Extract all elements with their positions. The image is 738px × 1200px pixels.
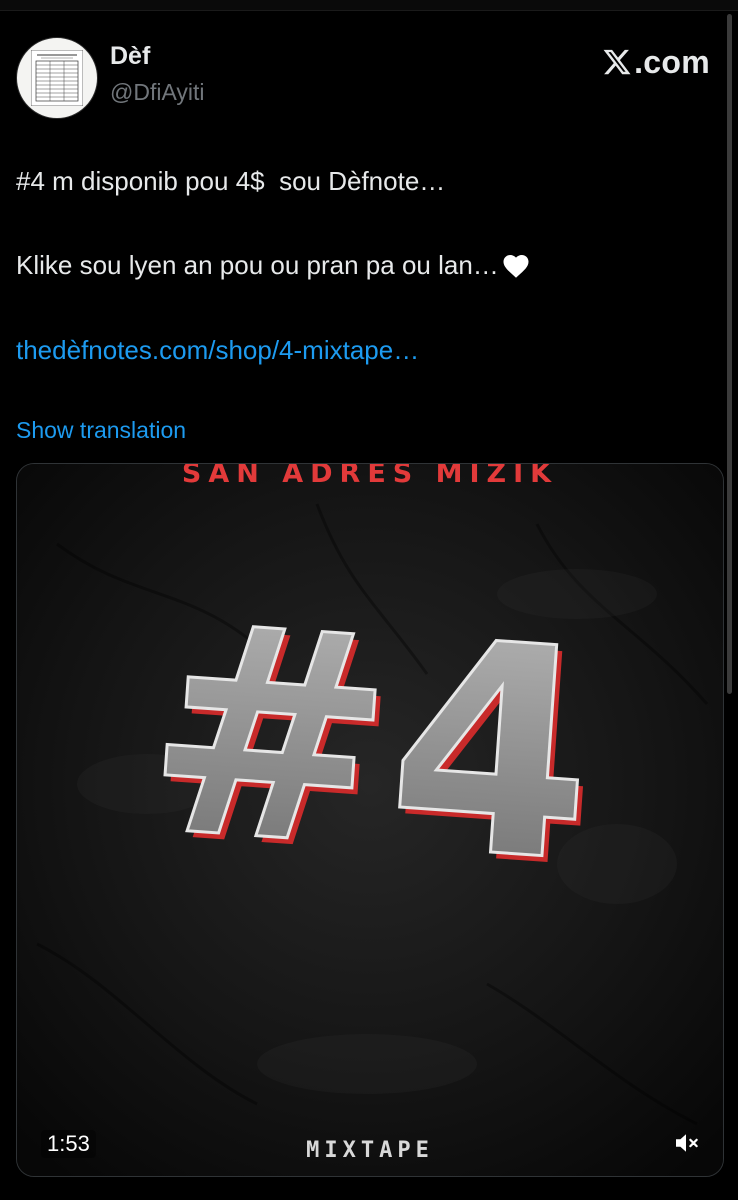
brand-text: .com	[634, 43, 710, 80]
tweet-text-line-2-text: Klike sou lyen an pou ou pran pa ou lan…	[16, 250, 499, 280]
speaker-muted-icon[interactable]	[671, 1128, 701, 1158]
tweet-text-line-1: #4 m disponib pou 4$ sou Dèfnote…	[16, 166, 446, 196]
brand-logo[interactable]: .com	[602, 44, 710, 80]
show-translation-link[interactable]: Show translation	[16, 417, 186, 444]
mixtape-cover-image: #4 #4	[17, 464, 723, 1176]
cover-title: #4	[137, 560, 604, 927]
scrollbar[interactable]	[727, 14, 732, 694]
x-logo-icon	[603, 49, 631, 75]
tweet-link[interactable]: thedèfnotes.com/shop/4-mixtape…	[16, 335, 419, 366]
avatar[interactable]	[16, 37, 98, 119]
tweet-text-line-2: Klike sou lyen an pou ou pran pa ou lan…	[16, 250, 531, 281]
cover-artist-text: SAN ADRES MIZIK	[181, 463, 559, 489]
display-name[interactable]: Dèf	[110, 42, 150, 71]
video-player[interactable]: #4 #4 SAN ADRES MIZIK MIXTAPE 1:53	[16, 463, 724, 1177]
cover-subtitle-text: MIXTAPE	[306, 1138, 434, 1163]
document-avatar-icon	[31, 50, 83, 106]
top-edge	[0, 0, 738, 11]
video-time-remaining: 1:53	[41, 1130, 96, 1158]
white-heart-icon	[503, 255, 529, 278]
user-handle[interactable]: @DfiAyiti	[110, 79, 205, 106]
